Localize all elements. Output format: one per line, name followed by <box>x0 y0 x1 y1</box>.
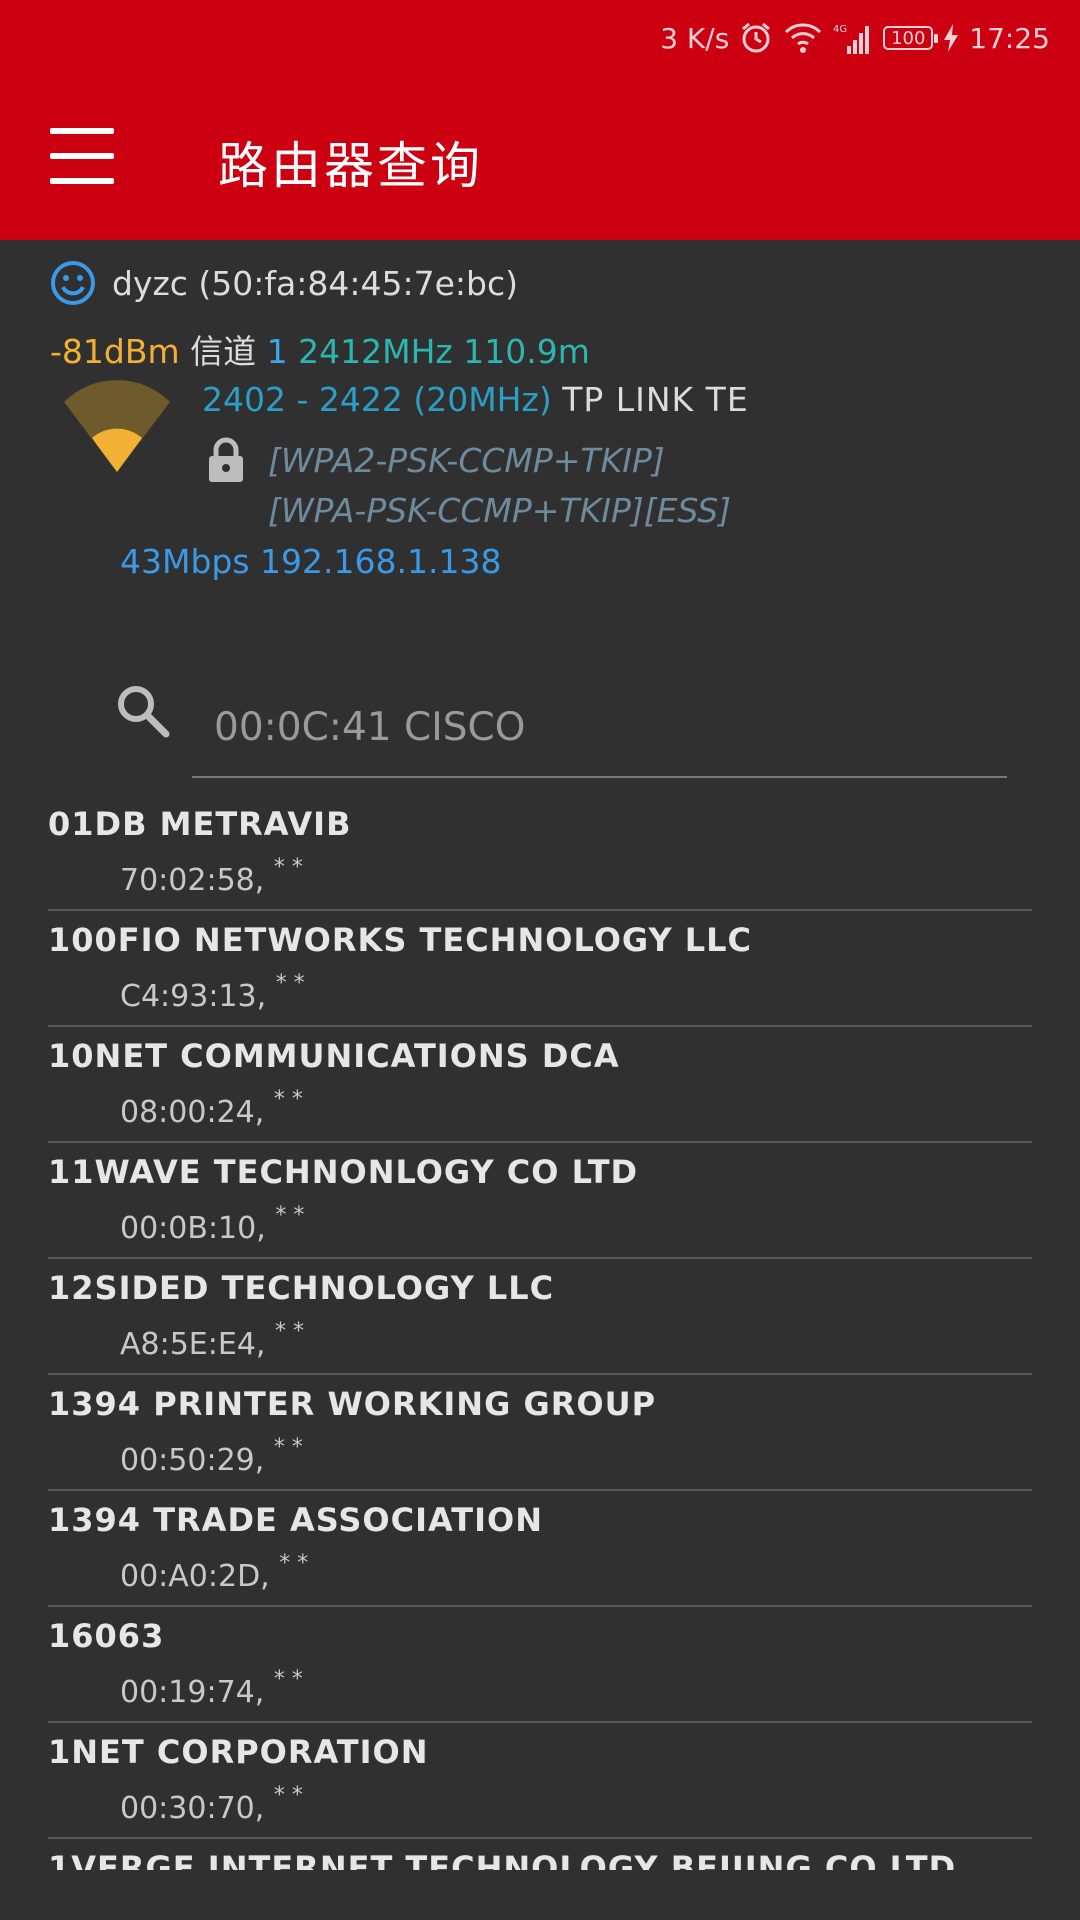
vendor-name: 1394 PRINTER WORKING GROUP <box>48 1385 657 1423</box>
list-item[interactable]: 11WAVE TECHNONLOGY CO LTD 00:0B:10, * * <box>48 1143 1032 1259</box>
security-line-1: [WPA2-PSK-CCMP+TKIP] <box>268 441 665 480</box>
wifi-signal-icon <box>64 380 170 472</box>
mac-prefix: 70:02:58, <box>120 863 265 898</box>
mac-prefix: C4:93:13, <box>120 979 267 1014</box>
menu-icon-bar <box>50 178 114 184</box>
router-vendor: TP LINK TE <box>562 380 749 419</box>
vendor-name: 10NET COMMUNICATIONS DCA <box>48 1037 620 1075</box>
security-info: [WPA2-PSK-CCMP+TKIP] [WPA-PSK-CCMP+TKIP]… <box>268 436 731 536</box>
vendor-name: 1394 TRADE ASSOCIATION <box>48 1501 544 1539</box>
vendor-name: 16063 <box>48 1617 165 1655</box>
prefix-stars: * * <box>273 1783 303 1808</box>
mac-prefix: 00:19:74, <box>120 1675 265 1710</box>
mac-prefix-line: 08:00:24, * * <box>120 1087 303 1130</box>
prefix-stars: * * <box>279 1551 309 1576</box>
mac-prefix: 00:A0:2D, <box>120 1559 270 1594</box>
network-speed: 3 K/s <box>660 21 730 55</box>
prefix-stars: * * <box>275 1203 305 1228</box>
link-speed-ip: 43Mbps 192.168.1.138 <box>120 542 502 581</box>
list-item[interactable]: 1394 PRINTER WORKING GROUP 00:50:29, * * <box>48 1375 1032 1491</box>
list-item[interactable]: 12SIDED TECHNOLOGY LLC A8:5E:E4, * * <box>48 1259 1032 1375</box>
mac-prefix: 08:00:24, <box>120 1095 265 1130</box>
mac-prefix: 00:50:29, <box>120 1443 265 1478</box>
vendor-name: 11WAVE TECHNONLOGY CO LTD <box>48 1153 639 1191</box>
prefix-stars: * * <box>273 855 303 880</box>
alarm-icon <box>739 21 773 55</box>
prefix-stars: * * <box>275 1319 304 1344</box>
connected-network-card[interactable]: dyzc (50:fa:84:45:7e:bc) -81dBm 信道 1 241… <box>0 240 1080 620</box>
menu-icon-bar <box>50 153 114 159</box>
signal-line: -81dBm 信道 1 2412MHz 110.9m <box>50 325 590 373</box>
prefix-stars: * * <box>273 1087 303 1112</box>
mac-prefix-line: 00:30:70, * * <box>120 1783 303 1826</box>
list-item[interactable]: 1394 TRADE ASSOCIATION 00:A0:2D, * * <box>48 1491 1032 1607</box>
page-title: 路由器查询 <box>218 137 483 195</box>
mac-prefix-line: 00:0B:10, * * <box>120 1203 304 1246</box>
frequency: 2412MHz <box>298 332 453 371</box>
channel-range-line: 2402 - 2422 (20MHz) TP LINK TE <box>202 380 749 419</box>
vendor-name: 12SIDED TECHNOLOGY LLC <box>48 1269 555 1307</box>
clock: 17:25 <box>969 21 1050 55</box>
prefix-stars: * * <box>273 1667 303 1692</box>
mac-prefix-line: C4:93:13, * * <box>120 971 305 1014</box>
search-icon[interactable] <box>112 680 172 740</box>
vendor-name: 1VERGE INTERNET TECHNOLOGY BEIJING CO LT… <box>48 1849 957 1870</box>
ssid-mac: dyzc (50:fa:84:45:7e:bc) <box>112 263 518 303</box>
network-header: dyzc (50:fa:84:45:7e:bc) <box>50 260 518 306</box>
mac-prefix-line: 00:A0:2D, * * <box>120 1551 308 1594</box>
list-item[interactable]: 100FIO NETWORKS TECHNOLOGY LLC C4:93:13, … <box>48 911 1032 1027</box>
prefix-stars: * * <box>273 1435 303 1460</box>
channel-range: 2402 - 2422 (20MHz) <box>202 380 552 419</box>
mac-prefix: 00:30:70, <box>120 1791 265 1826</box>
cellular-signal-icon: 4G <box>833 22 873 54</box>
vendor-list[interactable]: 01DB METRAVIB 70:02:58, * * 100FIO NETWORK… <box>48 795 1032 1870</box>
mac-prefix-line: 00:19:74, * * <box>120 1667 303 1710</box>
signal-strength: -81dBm <box>50 332 180 371</box>
channel-label: 信道 <box>190 332 257 371</box>
app-bar: 3 K/s 4G 100 17:25 路由器查询 <box>0 0 1080 240</box>
mac-prefix-line: 70:02:58, * * <box>120 855 303 898</box>
lock-icon <box>209 437 243 482</box>
mac-prefix-line: 00:50:29, * * <box>120 1435 303 1478</box>
list-item[interactable]: 1NET CORPORATION 00:30:70, * * <box>48 1723 1032 1839</box>
list-item[interactable]: 1VERGE INTERNET TECHNOLOGY BEIJING CO LT… <box>48 1839 1032 1870</box>
list-item[interactable]: 10NET COMMUNICATIONS DCA 08:00:24, * * <box>48 1027 1032 1143</box>
vendor-name: 01DB METRAVIB <box>48 805 352 843</box>
smiley-icon <box>51 261 95 305</box>
mac-prefix: A8:5E:E4, <box>120 1327 266 1362</box>
status-bar: 3 K/s 4G 100 17:25 <box>660 14 1050 62</box>
channel-number: 1 <box>266 332 288 371</box>
distance: 110.9m <box>463 332 590 371</box>
battery-icon: 100 <box>883 26 939 50</box>
search-input[interactable] <box>192 678 1007 778</box>
list-item[interactable]: 01DB METRAVIB 70:02:58, * * <box>48 795 1032 911</box>
vendor-name: 100FIO NETWORKS TECHNOLOGY LLC <box>48 921 753 959</box>
prefix-stars: * * <box>275 971 305 996</box>
charging-icon <box>943 24 959 52</box>
mac-prefix-line: A8:5E:E4, * * <box>120 1319 304 1362</box>
mac-prefix: 00:0B:10, <box>120 1211 266 1246</box>
list-item[interactable]: 16063 00:19:74, * * <box>48 1607 1032 1723</box>
wifi-status-icon <box>783 22 823 54</box>
svg-text:4G: 4G <box>833 24 847 35</box>
menu-button[interactable] <box>50 128 114 184</box>
security-line-2: [WPA-PSK-CCMP+TKIP][ESS] <box>268 491 732 530</box>
vendor-name: 1NET CORPORATION <box>48 1733 429 1771</box>
menu-icon-bar <box>50 128 114 134</box>
